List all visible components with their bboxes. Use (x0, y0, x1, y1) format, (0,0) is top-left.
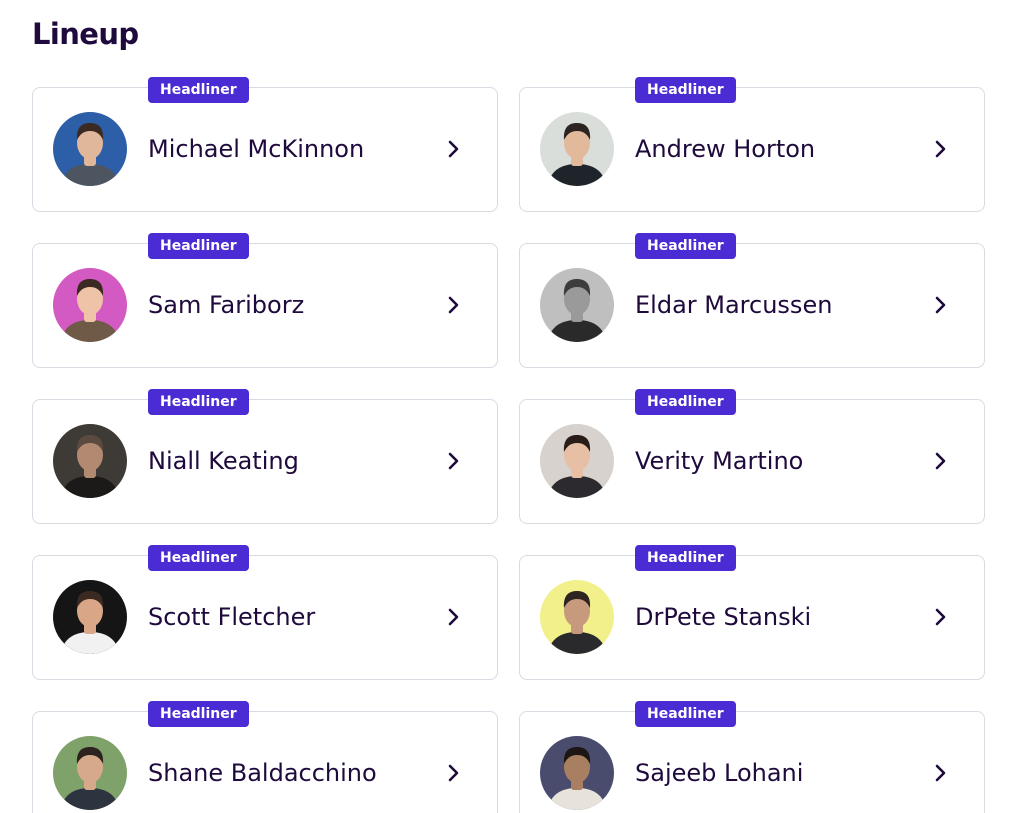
headliner-badge: Headliner (635, 389, 736, 415)
speaker-card-4[interactable]: Headliner Niall Keating (32, 389, 498, 524)
avatar-photo-icon (53, 268, 127, 342)
avatar-photo-icon (540, 736, 614, 810)
speaker-name: Verity Martino (635, 447, 804, 475)
headliner-badge: Headliner (635, 77, 736, 103)
headliner-badge: Headliner (635, 545, 736, 571)
avatar-photo-icon (53, 112, 127, 186)
headliner-badge: Headliner (148, 233, 249, 259)
avatar-photo-icon (540, 112, 614, 186)
headliner-badge: Headliner (148, 545, 249, 571)
avatar-photo-icon (53, 580, 127, 654)
chevron-right-icon[interactable] (932, 450, 950, 472)
speaker-name: Scott Fletcher (148, 603, 316, 631)
chevron-right-icon[interactable] (932, 138, 950, 160)
speaker-card-0[interactable]: Headliner Michael McKinnon (32, 77, 498, 212)
speaker-avatar (53, 736, 127, 810)
speaker-name: Niall Keating (148, 447, 299, 475)
lineup-page: Lineup Headliner Michael McKinnon Headli… (0, 0, 1024, 813)
speaker-avatar (540, 268, 614, 342)
avatar-photo-icon (53, 736, 127, 810)
chevron-right-icon[interactable] (932, 606, 950, 628)
speaker-name: Sajeeb Lohani (635, 759, 804, 787)
chevron-right-icon[interactable] (445, 138, 463, 160)
section-title: Lineup (32, 17, 139, 51)
chevron-right-icon[interactable] (445, 294, 463, 316)
chevron-right-icon[interactable] (932, 762, 950, 784)
speaker-avatar (53, 424, 127, 498)
headliner-badge: Headliner (148, 701, 249, 727)
speaker-card-3[interactable]: Headliner Eldar Marcussen (519, 233, 985, 368)
chevron-right-icon[interactable] (445, 762, 463, 784)
speaker-avatar (540, 424, 614, 498)
speaker-grid: Headliner Michael McKinnon Headliner And… (32, 77, 985, 813)
avatar-photo-icon (53, 424, 127, 498)
speaker-avatar (540, 736, 614, 810)
headliner-badge: Headliner (148, 389, 249, 415)
speaker-avatar (53, 112, 127, 186)
headliner-badge: Headliner (635, 233, 736, 259)
avatar-photo-icon (540, 580, 614, 654)
speaker-card-5[interactable]: Headliner Verity Martino (519, 389, 985, 524)
speaker-card-8[interactable]: Headliner Shane Baldacchino (32, 701, 498, 813)
avatar-photo-icon (540, 268, 614, 342)
speaker-name: Michael McKinnon (148, 135, 365, 163)
speaker-card-1[interactable]: Headliner Andrew Horton (519, 77, 985, 212)
speaker-avatar (53, 580, 127, 654)
speaker-card-6[interactable]: Headliner Scott Fletcher (32, 545, 498, 680)
chevron-right-icon[interactable] (445, 450, 463, 472)
headliner-badge: Headliner (635, 701, 736, 727)
avatar-photo-icon (540, 424, 614, 498)
chevron-right-icon[interactable] (445, 606, 463, 628)
speaker-avatar (540, 580, 614, 654)
headliner-badge: Headliner (148, 77, 249, 103)
speaker-avatar (53, 268, 127, 342)
speaker-card-2[interactable]: Headliner Sam Fariborz (32, 233, 498, 368)
speaker-card-9[interactable]: Headliner Sajeeb Lohani (519, 701, 985, 813)
speaker-name: DrPete Stanski (635, 603, 812, 631)
chevron-right-icon[interactable] (932, 294, 950, 316)
speaker-card-7[interactable]: Headliner DrPete Stanski (519, 545, 985, 680)
speaker-name: Shane Baldacchino (148, 759, 377, 787)
speaker-name: Eldar Marcussen (635, 291, 833, 319)
speaker-name: Sam Fariborz (148, 291, 305, 319)
speaker-avatar (540, 112, 614, 186)
speaker-name: Andrew Horton (635, 135, 816, 163)
